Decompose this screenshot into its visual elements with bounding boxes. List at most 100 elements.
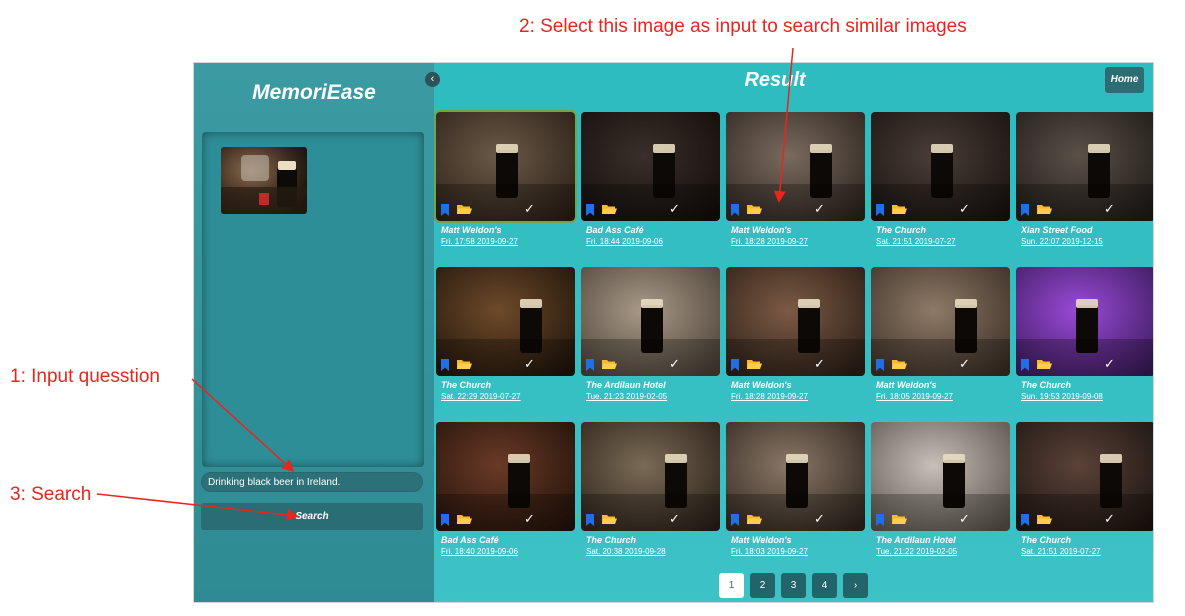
result-card[interactable]: ✓ Matt Weldon's Fri. 18:05 2019-09-27 [871, 267, 1010, 409]
card-timestamp[interactable]: Fri. 18:03 2019-09-27 [731, 547, 808, 556]
card-timestamp[interactable]: Sat. 21:51 2019-07-27 [1021, 547, 1101, 556]
result-card[interactable]: ✓ The Church Sat. 20:38 2019-09-28 [581, 422, 720, 564]
page-button-2[interactable]: 2 [750, 573, 775, 598]
result-card[interactable]: ✓ Matt Weldon's Fri. 17:58 2019-09-27 [434, 110, 577, 254]
folder-icon[interactable] [602, 204, 617, 215]
result-card[interactable]: ✓ Matt Weldon's Fri. 18:28 2019-09-27 [726, 112, 865, 254]
card-timestamp[interactable]: Fri. 18:40 2019-09-06 [441, 547, 518, 556]
screenshot-stage: 2: Select this image as input to search … [0, 0, 1185, 616]
bookmark-icon[interactable] [586, 359, 594, 371]
result-card[interactable]: ✓ Matt Weldon's Fri. 18:28 2019-09-27 [726, 267, 865, 409]
card-location: Matt Weldon's [731, 225, 792, 235]
bookmark-icon[interactable] [586, 204, 594, 216]
result-card[interactable]: ✓ The Church Sat. 21:51 2019-07-27 [1016, 422, 1153, 564]
bookmark-icon[interactable] [876, 204, 884, 216]
bookmark-icon[interactable] [1021, 359, 1029, 371]
chevron-left-icon[interactable]: ‹ [425, 72, 440, 87]
home-button[interactable]: Home [1105, 67, 1144, 93]
card-toolbar: ✓ [871, 511, 1010, 531]
checkmark-icon[interactable]: ✓ [814, 511, 825, 527]
checkmark-icon[interactable]: ✓ [959, 201, 970, 217]
query-image-dropzone[interactable] [202, 132, 424, 467]
chevron-right-icon[interactable]: › [843, 573, 868, 598]
result-card[interactable]: ✓ The Church Sat. 21:51 2019-07-27 [871, 112, 1010, 254]
checkmark-icon[interactable]: ✓ [669, 201, 680, 217]
query-image-thumbnail[interactable] [221, 147, 307, 214]
bookmark-icon[interactable] [876, 359, 884, 371]
bookmark-icon[interactable] [876, 514, 884, 526]
question-input[interactable] [201, 472, 423, 492]
bookmark-icon[interactable] [441, 514, 449, 526]
app-brand: MemoriEase [252, 81, 376, 104]
card-timestamp[interactable]: Sat. 21:51 2019-07-27 [876, 237, 956, 246]
bookmark-icon[interactable] [731, 514, 739, 526]
card-timestamp[interactable]: Sat. 20:38 2019-09-28 [586, 547, 666, 556]
card-timestamp[interactable]: Sun. 19:53 2019-09-08 [1021, 392, 1103, 401]
card-location: Matt Weldon's [876, 380, 937, 390]
folder-icon[interactable] [892, 359, 907, 370]
folder-icon[interactable] [1037, 204, 1052, 215]
card-timestamp[interactable]: Fri. 17:58 2019-09-27 [441, 237, 518, 246]
bookmark-icon[interactable] [1021, 204, 1029, 216]
checkmark-icon[interactable]: ✓ [524, 356, 535, 372]
query-photo [221, 147, 307, 214]
result-card[interactable]: ✓ The Ardilaun Hotel Tue. 21:22 2019-02-05 [871, 422, 1010, 564]
folder-icon[interactable] [747, 204, 762, 215]
checkmark-icon[interactable]: ✓ [1104, 511, 1115, 527]
page-button-3[interactable]: 3 [781, 573, 806, 598]
folder-icon[interactable] [602, 359, 617, 370]
card-timestamp[interactable]: Fri. 18:28 2019-09-27 [731, 392, 808, 401]
search-button[interactable]: Search [201, 503, 423, 530]
checkmark-icon[interactable]: ✓ [959, 511, 970, 527]
checkmark-icon[interactable]: ✓ [524, 201, 535, 217]
checkmark-icon[interactable]: ✓ [524, 511, 535, 527]
card-location: Bad Ass Café [441, 535, 499, 545]
checkmark-icon[interactable]: ✓ [814, 201, 825, 217]
card-location: The Ardilaun Hotel [586, 380, 666, 390]
checkmark-icon[interactable]: ✓ [814, 356, 825, 372]
checkmark-icon[interactable]: ✓ [959, 356, 970, 372]
folder-icon[interactable] [457, 359, 472, 370]
checkmark-icon[interactable]: ✓ [1104, 201, 1115, 217]
page-button-4[interactable]: 4 [812, 573, 837, 598]
result-card[interactable]: ✓ Bad Ass Café Fri. 18:44 2019-09-06 [581, 112, 720, 254]
card-timestamp[interactable]: Fri. 18:44 2019-09-06 [586, 237, 663, 246]
card-toolbar: ✓ [581, 201, 720, 221]
folder-icon[interactable] [892, 204, 907, 215]
card-timestamp[interactable]: Tue. 21:22 2019-02-05 [876, 547, 957, 556]
card-timestamp[interactable]: Sun. 22:07 2019-12-15 [1021, 237, 1103, 246]
folder-icon[interactable] [747, 359, 762, 370]
bookmark-icon[interactable] [1021, 514, 1029, 526]
card-timestamp[interactable]: Fri. 18:28 2019-09-27 [731, 237, 808, 246]
card-toolbar: ✓ [1016, 356, 1153, 376]
bookmark-icon[interactable] [586, 514, 594, 526]
checkmark-icon[interactable]: ✓ [669, 511, 680, 527]
result-card[interactable]: ✓ Matt Weldon's Fri. 18:03 2019-09-27 [726, 422, 865, 564]
result-card[interactable]: ✓ Xian Street Food Sun. 22:07 2019-12-15 [1016, 112, 1153, 254]
result-card[interactable]: ✓ The Church Sun. 19:53 2019-09-08 [1016, 267, 1153, 409]
folder-icon[interactable] [602, 514, 617, 525]
card-timestamp[interactable]: Fri. 18:05 2019-09-27 [876, 392, 953, 401]
bookmark-icon[interactable] [441, 359, 449, 371]
folder-icon[interactable] [747, 514, 762, 525]
folder-icon[interactable] [457, 514, 472, 525]
folder-icon[interactable] [892, 514, 907, 525]
card-toolbar: ✓ [436, 356, 575, 376]
folder-icon[interactable] [1037, 359, 1052, 370]
card-toolbar: ✓ [726, 201, 865, 221]
checkmark-icon[interactable]: ✓ [669, 356, 680, 372]
result-card[interactable]: ✓ Bad Ass Café Fri. 18:40 2019-09-06 [436, 422, 575, 564]
folder-icon[interactable] [1037, 514, 1052, 525]
card-toolbar: ✓ [581, 511, 720, 531]
bookmark-icon[interactable] [441, 204, 449, 216]
bookmark-icon[interactable] [731, 359, 739, 371]
result-card[interactable]: ✓ The Ardilaun Hotel Tue. 21:23 2019-02-05 [581, 267, 720, 409]
page-button-1[interactable]: 1 [719, 573, 744, 598]
folder-icon[interactable] [457, 204, 472, 215]
bookmark-icon[interactable] [731, 204, 739, 216]
checkmark-icon[interactable]: ✓ [1104, 356, 1115, 372]
card-timestamp[interactable]: Tue. 21:23 2019-02-05 [586, 392, 667, 401]
result-card[interactable]: ✓ The Church Sat. 22:29 2019-07-27 [436, 267, 575, 409]
card-timestamp[interactable]: Sat. 22:29 2019-07-27 [441, 392, 521, 401]
card-location: The Ardilaun Hotel [876, 535, 956, 545]
